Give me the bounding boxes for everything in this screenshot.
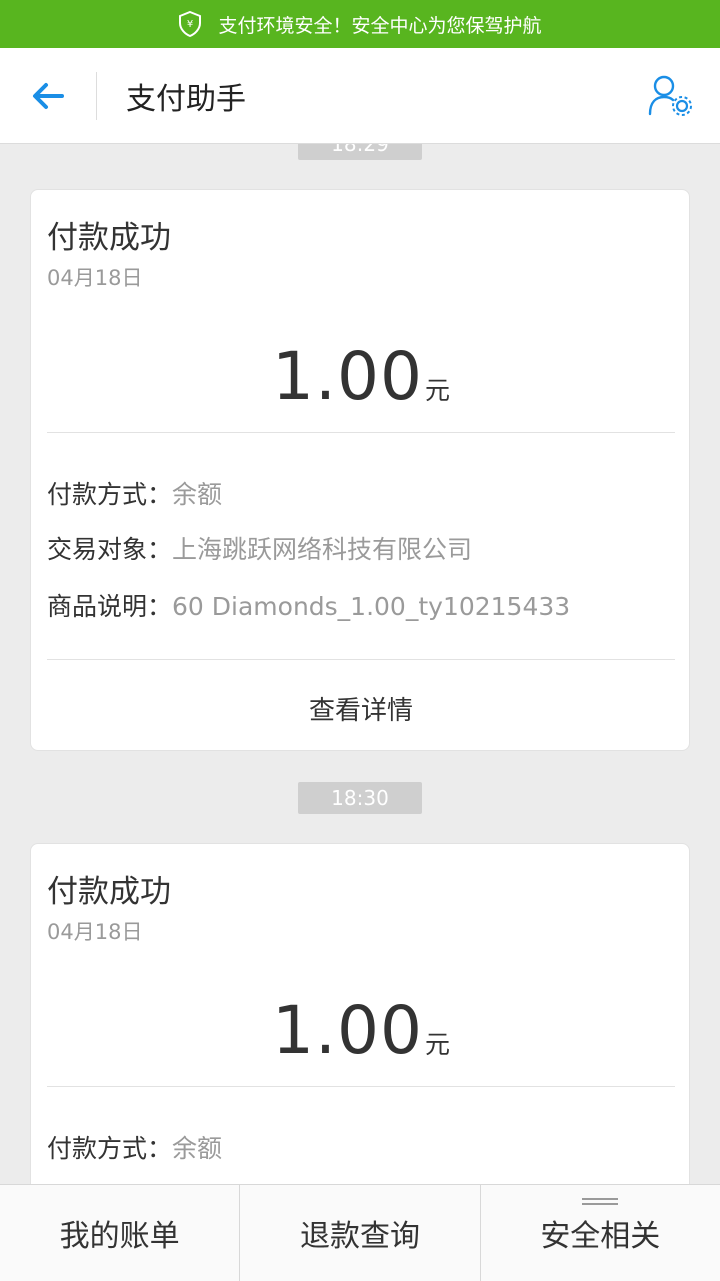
header-divider: [96, 72, 97, 120]
payment-amount: 1.00元: [31, 992, 691, 1069]
top-navigation-bar: 支付助手: [0, 48, 720, 144]
view-details-button[interactable]: 查看详情: [31, 690, 691, 727]
svg-text:¥: ¥: [187, 19, 193, 30]
tab-label: 安全相关: [540, 1219, 661, 1254]
amount-value: 1.00: [272, 338, 423, 415]
row-label: 付款方式：: [47, 1134, 173, 1163]
tab-refund-inquiry[interactable]: 退款查询: [240, 1185, 481, 1281]
bottom-menu-bar: 我的账单 退款查询 安全相关: [0, 1184, 720, 1281]
row-label: 交易对象：: [47, 535, 173, 564]
payment-status: 付款成功: [47, 220, 171, 256]
time-badge: 18:30: [298, 782, 422, 814]
payment-status: 付款成功: [47, 874, 171, 910]
divider: [47, 432, 675, 433]
amount-value: 1.00: [272, 992, 423, 1069]
payment-card[interactable]: 付款成功 04月18日 1.00元 付款方式：余额 交易对象：上海跳跃网络科技有…: [30, 189, 690, 751]
payment-method-row: 付款方式：余额: [47, 475, 222, 511]
tab-my-bills[interactable]: 我的账单: [0, 1185, 241, 1281]
payment-card[interactable]: 付款成功 04月18日 1.00元 付款方式：余额: [30, 843, 690, 1184]
row-label: 商品说明：: [47, 592, 173, 621]
user-settings-icon[interactable]: [646, 74, 694, 118]
page-title: 支付助手: [126, 82, 246, 117]
shield-yuan-icon: ¥: [179, 11, 202, 37]
submenu-indicator-icon: [582, 1198, 619, 1205]
row-value: 60 Diamonds_1.00_ty10215433: [172, 592, 571, 621]
message-feed[interactable]: 18:29 付款成功 04月18日 1.00元 付款方式：余额 交易对象：上海跳…: [0, 144, 720, 1184]
divider: [47, 1086, 675, 1087]
row-label: 付款方式：: [47, 480, 173, 509]
payment-date: 04月18日: [47, 920, 143, 944]
banner-text: 支付环境安全！安全中心为您保驾护航: [218, 14, 542, 37]
security-banner[interactable]: ¥ 支付环境安全！安全中心为您保驾护航: [0, 0, 720, 48]
divider: [47, 659, 675, 660]
back-arrow-icon[interactable]: [28, 76, 68, 116]
row-value: 上海跳跃网络科技有限公司: [172, 535, 473, 564]
payment-amount: 1.00元: [31, 338, 691, 415]
payment-date: 04月18日: [47, 266, 143, 290]
amount-unit: 元: [424, 376, 450, 405]
amount-unit: 元: [424, 1030, 450, 1059]
time-badge: 18:29: [298, 144, 422, 160]
payment-method-row: 付款方式：余额: [47, 1129, 222, 1165]
counterparty-row: 交易对象：上海跳跃网络科技有限公司: [47, 530, 472, 566]
tab-security[interactable]: 安全相关: [481, 1185, 720, 1281]
product-description-row: 商品说明：60 Diamonds_1.00_ty10215433: [47, 587, 570, 623]
row-value: 余额: [172, 1134, 223, 1163]
row-value: 余额: [172, 480, 223, 509]
